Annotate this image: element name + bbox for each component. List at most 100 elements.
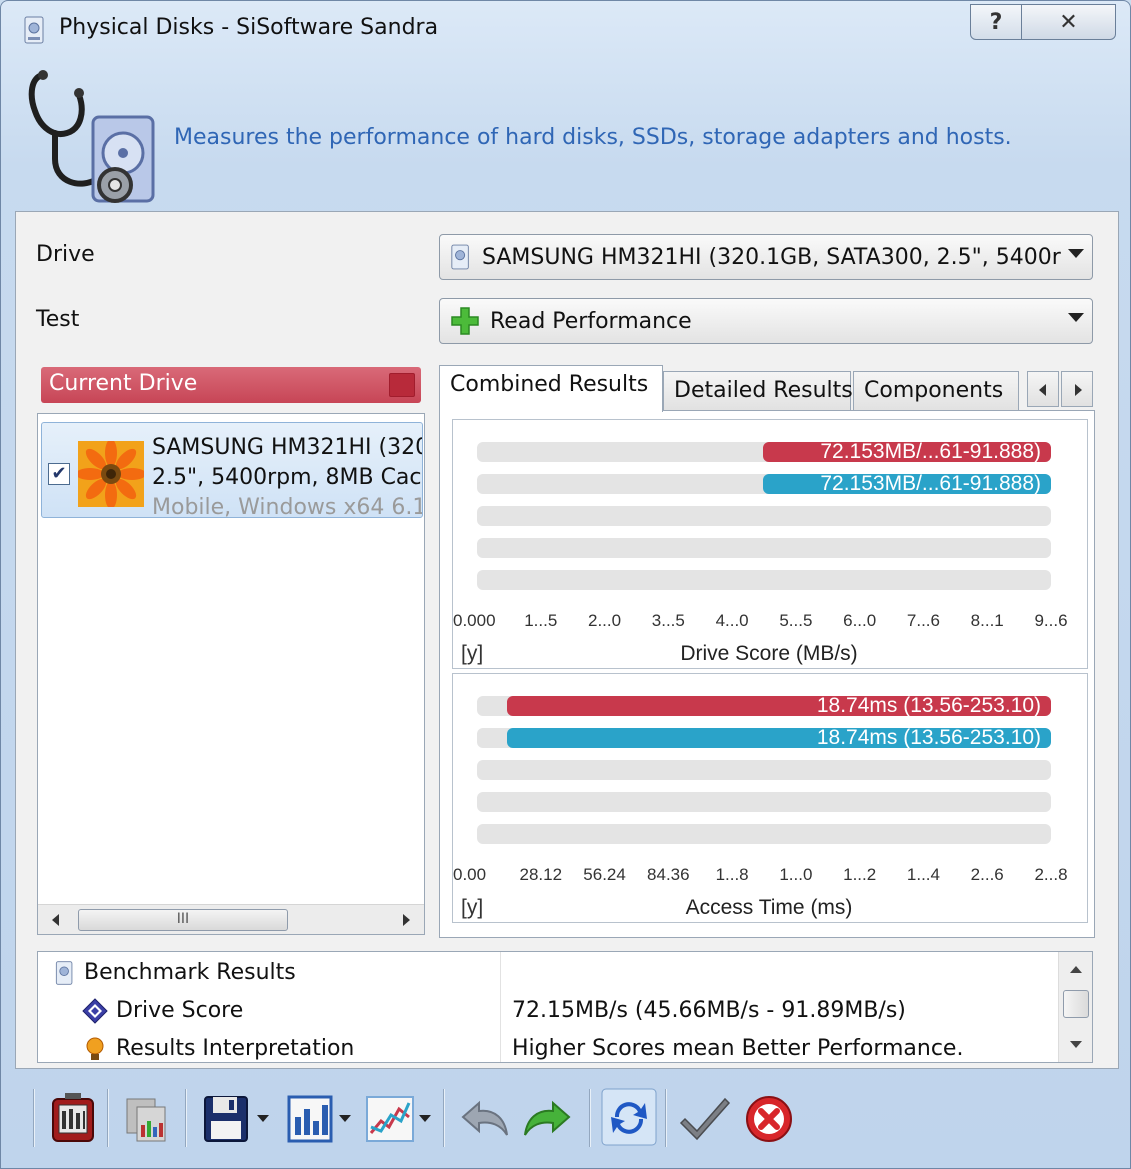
drive-score-name: Drive Score [116,998,244,1023]
lightbulb-icon [86,1037,104,1060]
current-drive-title: Current Drive [49,371,198,396]
results-heading: Benchmark Results [84,960,296,985]
x-axis-label: Access Time (ms) [686,896,853,919]
refresh-button[interactable] [601,1087,657,1147]
chart-icon [287,1095,333,1143]
bar-track [477,792,1051,812]
tick-label: 28.12 [520,865,563,884]
tab-combined-results[interactable]: Combined Results [439,365,663,412]
benchmark-button[interactable] [45,1087,101,1147]
horizontal-scrollbar[interactable]: III [38,904,424,934]
forward-button[interactable] [519,1087,575,1147]
disk-icon [451,244,469,270]
bar-track [477,760,1051,780]
vertical-scrollbar[interactable] [1058,952,1092,1062]
tick-label: 1...2 [843,865,876,884]
scroll-thumb[interactable] [1063,990,1089,1018]
test-select[interactable]: Read Performance [439,298,1093,344]
drive-checkbox[interactable]: ✔ [48,463,70,485]
tab-scroll-left[interactable] [1027,371,1059,407]
bar-label: 18.74ms (13.56-253.10) [817,694,1041,717]
tab-components[interactable]: Components [853,371,1019,411]
tick-label: 2...0 [588,611,621,630]
tool-description: Measures the performance of hard disks, … [174,125,1012,150]
combined-results-panel: 72.153MB/...61-91.888) 72.153MB/...61-91.… [439,410,1095,938]
tab-scroll-right[interactable] [1061,371,1093,407]
diamond-icon [82,998,108,1024]
scroll-thumb[interactable]: III [78,909,288,931]
tick-label: 4...0 [716,611,749,630]
drive-name: SAMSUNG HM321HI (320 [152,435,423,460]
tab-detailed-results[interactable]: Detailed Results [663,371,853,411]
tick-label: 1...5 [524,611,557,630]
scroll-up-icon[interactable] [1070,966,1082,973]
x-axis-label: Drive Score (MB/s) [680,642,857,665]
interpretation-value: Higher Scores mean Better Performance. [512,1036,964,1061]
chevron-down-icon[interactable] [257,1115,269,1122]
tick-label: 2...8 [1034,865,1067,884]
report-chart-button[interactable] [283,1087,339,1147]
tick-label: 2...6 [971,865,1004,884]
drive-score-chart: 72.153MB/...61-91.888) 72.153MB/...61-91.… [452,419,1088,669]
tick-label: 0.00 [453,865,486,884]
bar-label: 72.153MB/...61-91.888) [820,440,1041,463]
window-title: Physical Disks - SiSoftware Sandra [59,15,439,40]
drive-select[interactable]: SAMSUNG HM321HI (320.1GB, SATA300, 2.5",… [439,234,1093,280]
scroll-down-icon[interactable] [1070,1041,1082,1048]
tick-label: 3...5 [652,611,685,630]
window: Physical Disks - SiSoftware Sandra ? ✕ M… [0,0,1131,1169]
test-label: Test [36,307,80,332]
chevron-down-icon[interactable] [419,1115,431,1122]
bar-track [477,506,1051,526]
drive-specs: 2.5", 5400rpm, 8MB Cache [152,465,423,490]
current-drive-header: Current Drive [41,367,421,403]
flower-thumbnail [78,441,144,507]
save-icon [204,1096,248,1142]
ok-button[interactable] [677,1087,733,1147]
access-time-chart: 18.74ms (13.56-253.10) 18.74ms (13.56-253… [452,673,1088,923]
bottom-toolbar [1,1081,1131,1155]
back-icon [461,1100,508,1136]
bar-label: 72.153MB/...61-91.888) [820,472,1041,495]
scroll-left-icon[interactable] [52,914,59,926]
drive-score-value: 72.15MB/s (45.66MB/s - 91.89MB/s) [512,998,906,1023]
graph-button[interactable] [363,1087,419,1147]
tick-label: 1...4 [907,865,940,884]
close-button[interactable]: ✕ [1022,4,1116,40]
plus-icon [451,307,479,335]
back-button[interactable] [457,1087,513,1147]
drive-select-value: SAMSUNG HM321HI (320.1GB, SATA300, 2.5",… [482,244,1062,270]
tick-label: 5...5 [779,611,812,630]
current-drive-toggle[interactable] [389,373,415,397]
interpretation-name: Results Interpretation [116,1036,355,1061]
compare-button[interactable] [119,1087,175,1147]
toolbar-separator [107,1089,109,1147]
forward-icon [524,1100,571,1136]
chevron-down-icon[interactable] [339,1115,351,1122]
caption-buttons: ? ✕ [970,4,1116,42]
test-select-value: Read Performance [490,308,692,334]
benchmark-icon [52,1093,94,1142]
cancel-button[interactable] [741,1087,797,1147]
benchmark-results-list[interactable]: Benchmark Results Drive Score 72.15MB/s … [37,951,1093,1063]
cancel-icon [746,1096,792,1142]
tick-label: 56.24 [583,865,626,884]
list-item[interactable]: ✔ SAMSUNG HM321HI (320 2.5", 5400rpm, 8M… [41,422,423,518]
ok-icon [679,1097,731,1141]
scroll-right-icon[interactable] [403,914,410,926]
drive-system: Mobile, Windows x64 6.1, [152,495,423,518]
bar-track [477,570,1051,590]
save-button[interactable] [199,1087,255,1147]
chevron-down-icon [1068,313,1084,322]
tick-label: 84.36 [647,865,690,884]
tick-label: 1...0 [779,865,812,884]
tick-label: 9...6 [1034,611,1067,630]
help-button[interactable]: ? [970,4,1022,40]
benchmark-icon [55,961,73,985]
tick-label: 6...0 [843,611,876,630]
bar-track [477,824,1051,844]
stethoscope-disk-icon [28,70,155,203]
drive-list[interactable]: ✔ SAMSUNG HM321HI (320 2.5", 5400rpm, 8M… [37,413,425,935]
tick-label: 1...8 [716,865,749,884]
tick-label: 8...1 [971,611,1004,630]
